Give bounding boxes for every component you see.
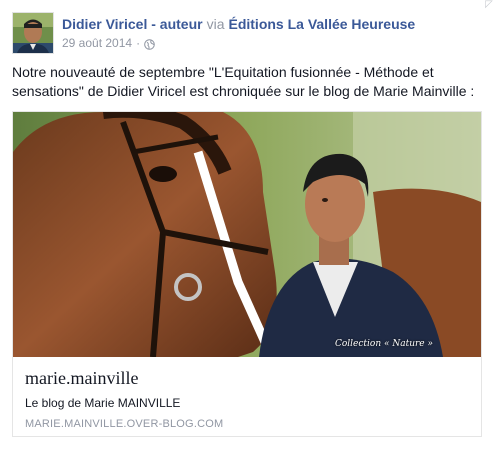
post-date[interactable]: 29 août 2014 (62, 35, 132, 51)
globe-icon[interactable] (144, 38, 155, 50)
meta-separator: · (136, 36, 141, 50)
author-link[interactable]: Didier Viricel - auteur (62, 16, 203, 32)
link-domain: MARIE.MAINVILLE.OVER-BLOG.COM (25, 418, 224, 430)
post-text: Notre nouveauté de septembre "L'Equitati… (12, 64, 475, 99)
page-link[interactable]: Éditions La Vallée Heureuse (228, 16, 415, 32)
horse-and-rider-photo (13, 112, 481, 357)
link-preview-image[interactable]: Collection « Nature » (13, 112, 481, 357)
post-meta: 29 août 2014 · (62, 35, 155, 51)
avatar-image (13, 13, 53, 53)
post-header: Didier Viricel - auteur via Éditions La Va… (62, 15, 415, 33)
link-description: Le blog de Marie MAINVILLE (25, 396, 181, 410)
image-caption: Collection « Nature » (334, 339, 433, 349)
link-title[interactable]: marie.mainville (25, 368, 138, 389)
avatar[interactable] (12, 12, 54, 54)
via-label: via (206, 16, 225, 32)
facebook-post: ◸ Didier Viricel - auteur via Éditions La … (0, 0, 494, 449)
link-preview-card[interactable]: Collection « Nature » marie.mainville Le… (12, 111, 482, 437)
corner-marker: ◸ (485, 0, 493, 10)
